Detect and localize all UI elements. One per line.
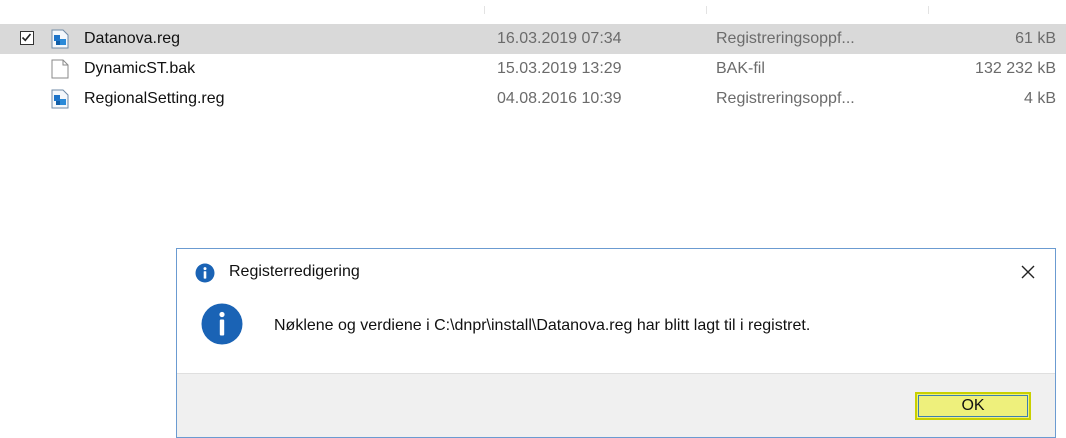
blank-file-icon: [51, 59, 69, 79]
file-size: 4 kB: [1023, 90, 1056, 107]
file-type: Registreringsoppf...: [716, 90, 855, 107]
file-list: Datanova.reg 16.03.2019 07:34 Registreri…: [0, 24, 1066, 114]
file-date: 04.08.2016 10:39: [497, 90, 622, 107]
file-size: 132 232 kB: [975, 60, 1056, 77]
file-row-datanova[interactable]: Datanova.reg 16.03.2019 07:34 Registreri…: [0, 24, 1066, 54]
file-size: 61 kB: [1015, 30, 1056, 47]
file-type: Registreringsoppf...: [716, 30, 855, 47]
file-row-dynamicst[interactable]: DynamicST.bak 15.03.2019 13:29 BAK-fil 1…: [0, 54, 1066, 84]
reg-file-icon: [51, 29, 69, 49]
dialog-title: Registerredigering: [229, 263, 360, 280]
close-icon: [1021, 265, 1035, 279]
reg-file-icon: [51, 89, 69, 109]
dialog-body: Nøklene og verdiene i C:\dnpr\install\Da…: [177, 295, 1055, 373]
file-name: DynamicST.bak: [84, 60, 196, 77]
ok-button[interactable]: OK: [915, 392, 1031, 420]
file-type: BAK-fil: [716, 60, 765, 77]
close-button[interactable]: [1015, 259, 1041, 285]
dialog-footer: OK: [177, 373, 1055, 437]
file-row-regionalsetting[interactable]: RegionalSetting.reg 04.08.2016 10:39 Reg…: [0, 84, 1066, 114]
info-icon: [195, 263, 215, 283]
column-divider: [706, 6, 707, 14]
file-name: RegionalSetting.reg: [84, 90, 225, 107]
row-checkbox[interactable]: [20, 31, 34, 45]
dialog-titlebar[interactable]: Registerredigering: [177, 249, 1055, 295]
file-date: 16.03.2019 07:34: [497, 30, 622, 47]
info-icon: [201, 303, 243, 345]
file-name: Datanova.reg: [84, 30, 181, 47]
column-divider: [928, 6, 929, 14]
dialog-message: Nøklene og verdiene i C:\dnpr\install\Da…: [274, 317, 811, 334]
column-divider: [484, 6, 485, 14]
registry-editor-dialog: Registerredigering Nøklene og verdiene i…: [176, 248, 1056, 438]
file-date: 15.03.2019 13:29: [497, 60, 622, 77]
